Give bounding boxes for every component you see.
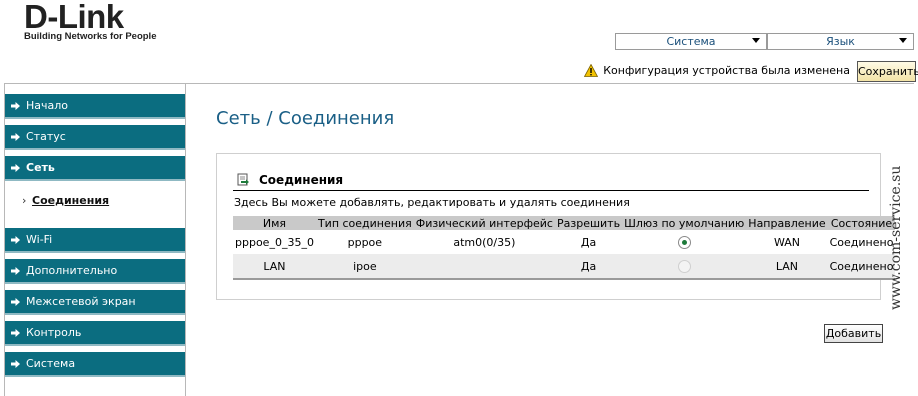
section-description: Здесь Вы можете добавлять, редактировать… [234,196,630,209]
sidebar-item-firewall[interactable]: Межсетевой экран [5,290,185,315]
arrow-right-icon [11,133,20,141]
col-header-direction: Направление [746,216,828,230]
sidebar-item-control[interactable]: Контроль [5,321,185,346]
logo-tagline: Building Networks for People [24,31,157,42]
cell-interface: atm0(0/35) [413,230,555,254]
cell-type: ipoe [315,254,414,280]
cell-default-gw [622,230,747,254]
sidebar-item-label: Сеть [26,161,55,174]
sidebar-item-system[interactable]: Система [5,352,185,377]
cell-direction: LAN [746,254,828,280]
sidebar-item-label: Дополнительно [26,264,118,277]
sidebar-item-wifi[interactable]: Wi-Fi [5,228,185,253]
col-header-default-gw: Шлюз по умолчанию [622,216,747,230]
connections-panel: Соединения Здесь Вы можете добавлять, ре… [216,153,896,300]
table-row[interactable]: pppoe_0_35_0 pppoe atm0(0/35) Да WAN Сое… [233,230,896,254]
config-changed-notice: Конфигурация устройства была изменена [584,62,850,80]
sidebar-item-label: Wi-Fi [26,233,53,246]
save-button[interactable]: Сохранить [857,61,918,82]
sidebar-item-home[interactable]: Начало [5,94,185,119]
col-header-name: Имя [233,216,316,230]
arrow-right-icon [11,360,20,368]
sidebar-item-label: Межсетевой экран [26,295,136,308]
add-connection-button[interactable]: Добавить [824,324,883,343]
notice-text: Конфигурация устройства была изменена [603,64,850,77]
default-gateway-radio[interactable] [677,235,691,249]
sidebar-item-label: Система [26,357,76,370]
sidebar-item-label: Контроль [26,326,82,339]
col-header-enabled: Разрешить [554,216,623,230]
language-dropdown[interactable]: Язык [767,33,914,50]
sidebar-subitem-connections[interactable]: › Соединения [22,194,110,207]
submenu-bullet: › [22,194,27,207]
system-dropdown[interactable]: Система [615,33,767,50]
connections-table: Имя Тип соединения Физический интерфейс … [233,216,896,280]
arrow-right-icon [11,164,20,172]
sidebar-item-status[interactable]: Статус [5,125,185,150]
cell-enabled: Да [554,230,623,254]
chevron-down-icon [752,38,760,43]
system-dropdown-label: Система [666,35,716,48]
logo-text: D-Link [24,0,124,35]
page-edit-icon [237,173,249,186]
warning-icon [584,64,599,77]
cell-direction: WAN [746,230,828,254]
sidebar-item-label: Начало [26,99,69,112]
header-divider [4,83,914,84]
col-header-type: Тип соединения [315,216,414,230]
col-header-interface: Физический интерфейс [413,216,555,230]
cell-name: LAN [233,254,316,280]
cell-enabled: Да [554,254,623,280]
sidebar-item-label: Статус [26,130,66,143]
arrow-right-icon [11,267,20,275]
arrow-right-icon [11,236,20,244]
sidebar-divider [185,83,186,396]
sidebar-item-network[interactable]: Сеть [5,156,185,181]
table-row[interactable]: LAN ipoe Да LAN Соединено [233,254,896,280]
page-title: Сеть / Соединения [216,108,395,129]
arrow-right-icon [11,298,20,306]
cell-status: Соединено [827,254,896,280]
dlink-logo: D-Link Building Networks for People [24,0,157,42]
sidebar-subitem-label: Соединения [32,194,110,207]
cell-interface [413,254,555,280]
language-dropdown-label: Язык [826,35,855,48]
cell-status: Соединено [827,230,896,254]
cell-name: pppoe_0_35_0 [233,230,316,254]
cell-type: pppoe [315,230,414,254]
sidebar-item-advanced[interactable]: Дополнительно [5,259,185,284]
section-title: Соединения [259,173,344,187]
arrow-right-icon [11,102,20,110]
watermark-text: www.com-service.su [888,165,904,310]
section-divider [233,190,869,191]
table-header-row: Имя Тип соединения Физический интерфейс … [233,216,896,230]
chevron-down-icon [899,38,907,43]
col-header-status: Состояние [827,216,896,230]
arrow-right-icon [11,329,20,337]
default-gateway-radio [677,259,691,273]
cell-default-gw [622,254,747,280]
